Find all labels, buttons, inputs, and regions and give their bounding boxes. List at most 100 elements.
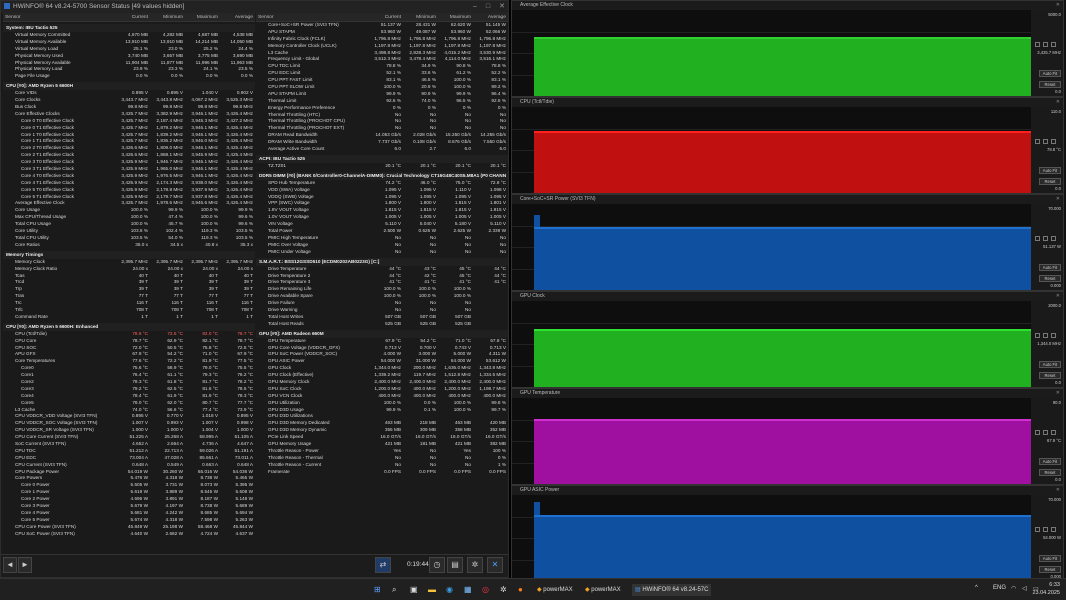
sensor-group-header[interactable]: S.M.A.R.T.: BSS12GSSD510 (ECDM0202AB0223… [256,257,508,266]
sensor-row[interactable]: Core 0 Power 5.505 W 3.731 W 8.073 W 5.395 W [3,482,255,489]
sensor-row[interactable]: Core 4 T1 Effective Clock 3,425.9 MHz 2,17… [3,180,255,187]
column-header-average[interactable]: Average [473,13,508,21]
graph-close-icon[interactable]: ✕ [1056,1,1060,10]
sensor-row[interactable]: Virtual Memory Load 25.1 % 23.0 % 25.2 % 24.… [3,46,255,53]
sensor-row[interactable]: Core Clocks 3,443.7 MHz 3,443.8 MHz 4,067.2… [3,97,255,104]
sensor-row[interactable]: Average Effective Clock 3,425.7 MHz 1,978.… [3,200,255,207]
sensor-row[interactable]: APU STAPM 53.960 W 49.087 W 53.960 W 52.066 … [256,29,508,36]
sensor-row[interactable]: Virtual Memory Committed 4,670 MB 4,282 MB… [3,32,255,39]
sensor-row[interactable]: Framerate 0.0 FPS 0.0 FPS 0.0 FPS 0.0 FPS [256,469,508,476]
sensor-row[interactable]: Total CPU Utility 103.5 % 54.0 % 119.3 % 103… [3,235,255,242]
sensor-row[interactable]: Core 3 Power 5.679 W 4.197 W 8.738 W 5.689 W [3,503,255,510]
graph-title-bar[interactable]: GPU ASIC Power ✕ [512,486,1063,495]
graph-title-bar[interactable]: GPU Temperature ✕ [512,389,1063,398]
sensor-pane-right[interactable]: Sensor Current Minimum Maximum Average Core+S… [256,13,508,556]
sensor-row[interactable]: CPU EDC Limit 52.1 % 33.6 % 61.2 % 52.2 % [256,70,508,77]
sensor-row[interactable]: Thermal Throttling (PROCHOT CPU) No No No No [256,118,508,125]
taskbar-app-powermax-1[interactable]: ◆ powerMAX [537,584,573,596]
minimize-button[interactable]: – [473,1,477,13]
sensor-row[interactable]: CPU VDDCR_SOC Voltage (SVI3 TFN) 1.007 V 0… [3,420,255,427]
sensor-row[interactable]: GPU Memory Clock 2,400.0 MHz 2,400.0 MHz 2,… [256,379,508,386]
volume-icon[interactable]: ◁ [1022,585,1027,592]
sensor-row[interactable]: Core3 79.2 °C 62.5 °C 81.6 °C 78.5 °C [3,386,255,393]
sensor-row[interactable]: Total Host Reads 525 GB 525 GB 525 GB [256,321,508,328]
sensor-row[interactable]: Core Powers 5.476 W 4.318 W 8.738 W 5.465 W [3,475,255,482]
column-header-current[interactable]: Current [368,13,403,21]
graph-title-bar[interactable]: CPU (Tctl/Tdie) ✕ [512,98,1063,107]
auto-fit-button[interactable]: Auto Fit [1039,264,1061,271]
sensor-row[interactable]: VDD (SWA) Voltage 1.095 V 1.095 V 1.110 V 1.… [256,187,508,194]
sensor-row[interactable]: VPP (SWC) Voltage 1.800 V 1.800 V 1.815 V 1.… [256,200,508,207]
sensor-group-header[interactable]: CPU [#0]: AMD Ryzen 5 6600H [3,82,255,91]
sensor-row[interactable]: GPU VCN Clock 400.0 MHz 400.0 MHz 400.0 MHz… [256,393,508,400]
timer-icon[interactable]: ◷ [429,557,445,573]
sensor-row[interactable]: CPU SoC Power (SVI3 TFN) 4.640 W 2.682 W 4.… [3,531,255,538]
sensor-row[interactable]: Physical Memory Used 3,740 MB 3,657 MB 3,77… [3,53,255,60]
graph-title-bar[interactable]: Core+SoC+SR Power (SVI3 TFN) ✕ [512,195,1063,204]
report-icon[interactable]: ▤ [447,557,463,573]
graph-checkbox[interactable] [1043,430,1048,435]
graph-checkbox[interactable] [1035,430,1040,435]
maximize-button[interactable]: □ [486,1,490,13]
sensor-row[interactable]: Core 1 Power 5.619 W 3.889 W 8.545 W 5.608 W [3,489,255,496]
sensor-row[interactable]: CPU Core 78.7 °C 62.9 °C 82.1 °C 78.7 °C [3,338,255,345]
sensor-row[interactable]: Drive Temperature 44 °C 43 °C 45 °C 44 °C [256,266,508,273]
store-icon[interactable]: ▦ [464,584,472,596]
sensor-row[interactable]: GPU D3D Memory Dynamic 355 MB 309 MB 358 MB… [256,427,508,434]
sensor-row[interactable]: Core5 78.0 °C 62.0 °C 80.7 °C 77.7 °C [3,400,255,407]
sensor-row[interactable]: TZ.TZ01 20.1 °C 20.1 °C 20.1 °C 20.1 °C [256,163,508,170]
sensor-row[interactable]: GPU Temperature 67.9 °C 54.2 °C 71.0 °C 67.8… [256,338,508,345]
sensor-row[interactable]: Trfc 708 T 708 T 708 T 708 T [3,307,255,314]
sensor-row[interactable]: Drive Available Spare 100.0 % 100.0 % 100.0… [256,293,508,300]
column-header-average[interactable]: Average [220,13,255,21]
sensor-row[interactable]: Trcd 39 T 39 T 39 T 39 T [3,279,255,286]
settings-icon[interactable]: ✲ [500,584,507,596]
reset-button[interactable]: Reset [1039,81,1061,88]
sensor-group-header[interactable]: DDR5 DIMM [#0] (BANK 0/Controller0-Chann… [256,171,508,180]
sensor-row[interactable]: Core 5 T1 Effective Clock 3,425.9 MHz 2,17… [3,194,255,201]
sensor-row[interactable]: GPU SoC Power (VDDCR_SOC) 4.000 W 3.000 W 5… [256,351,508,358]
sensor-row[interactable]: Core+SoC+SR Power (SVI3 TFN) 51.137 W 28.4… [256,22,508,29]
task-view-icon[interactable]: ▣ [410,584,418,596]
sensor-row[interactable]: Tras 77 T 77 T 77 T 77 T [3,293,255,300]
sensor-row[interactable]: Core Effective Clocks 3,425.7 MHz 3,382.9 … [3,111,255,118]
graph-close-icon[interactable]: ✕ [1056,389,1060,398]
graph-checkbox[interactable] [1051,42,1056,47]
sensor-row[interactable]: GPU Clock (Effective) 1,339.2 MHz 119.7 MH… [256,372,508,379]
title-bar[interactable]: HWiNFO® 64 v8.24-5700 Sensor Status [49 … [1,1,508,13]
sensor-row[interactable]: CPU Core Power (SVI3 TFN) 45.849 W 25.198 … [3,524,255,531]
reset-button[interactable]: Reset [1039,178,1061,185]
sensor-row[interactable]: Physical Memory Load 23.9 % 23.3 % 24.1 % 23… [3,66,255,73]
close-sensors-icon[interactable]: ✕ [487,557,503,573]
sensor-row[interactable]: Trc 116 T 116 T 116 T 116 T [3,300,255,307]
sensor-row[interactable]: Core1 76.4 °C 61.1 °C 79.3 °C 76.2 °C [3,372,255,379]
sensor-row[interactable]: Core 1 T1 Effective Clock 3,425.7 MHz 1,83… [3,138,255,145]
clock[interactable]: 6:33 23.04.2025 [1032,581,1060,597]
column-header-minimum[interactable]: Minimum [403,13,438,21]
sensor-row[interactable]: APU GFX 67.9 °C 54.2 °C 71.0 °C 67.9 °C [3,351,255,358]
column-header-maximum[interactable]: Maximum [185,13,220,21]
sensor-row[interactable]: GPU Core Voltage (VDDCR_GFX) 0.713 V 0.700… [256,345,508,352]
column-header-minimum[interactable]: Minimum [150,13,185,21]
sensor-row[interactable]: PMIC Over Voltage No No No No [256,242,508,249]
reset-button[interactable]: Reset [1039,372,1061,379]
sensor-row[interactable]: GPU SoC Clock 1,200.0 MHz 400.0 MHz 1,200.0… [256,386,508,393]
sensor-row[interactable]: Virtual Memory Available 13,910 MB 13,910 … [3,39,255,46]
chrome-icon[interactable]: ◎ [482,584,489,596]
sensor-row[interactable]: Core 4 T0 Effective Clock 3,425.9 MHz 1,97… [3,173,255,180]
sensor-row[interactable]: Core 3 T0 Effective Clock 3,425.9 MHz 1,94… [3,159,255,166]
sensor-row[interactable]: CPU Package Power 54.019 W 30.260 W 65.016 … [3,469,255,476]
sensor-row[interactable]: Drive Temperature 3 41 °C 41 °C 41 °C 41 °C [256,279,508,286]
reset-button[interactable]: Reset [1039,275,1061,282]
sensor-row[interactable]: Drive Temperature 2 44 °C 42 °C 45 °C 44 °C [256,273,508,280]
graph-checkbox[interactable] [1051,430,1056,435]
sensor-row[interactable]: Tcas 40 T 40 T 40 T 40 T [3,273,255,280]
sensor-row[interactable]: Core4 78.4 °C 61.9 °C 81.9 °C 78.3 °C [3,393,255,400]
sensor-row[interactable]: Total CPU Usage 100.0 % 45.7 % 100.0 % 99.6 … [3,221,255,228]
sensor-row[interactable]: Core2 78.3 °C 61.8 °C 81.7 °C 78.2 °C [3,379,255,386]
taskbar-app-powermax-2[interactable]: ◆ powerMAX [585,584,621,596]
sensor-row[interactable]: Core 5 T0 Effective Clock 3,425.9 MHz 2,17… [3,187,255,194]
graph-checkbox[interactable] [1051,527,1056,532]
graph-checkbox[interactable] [1035,42,1040,47]
graph-checkbox[interactable] [1043,527,1048,532]
